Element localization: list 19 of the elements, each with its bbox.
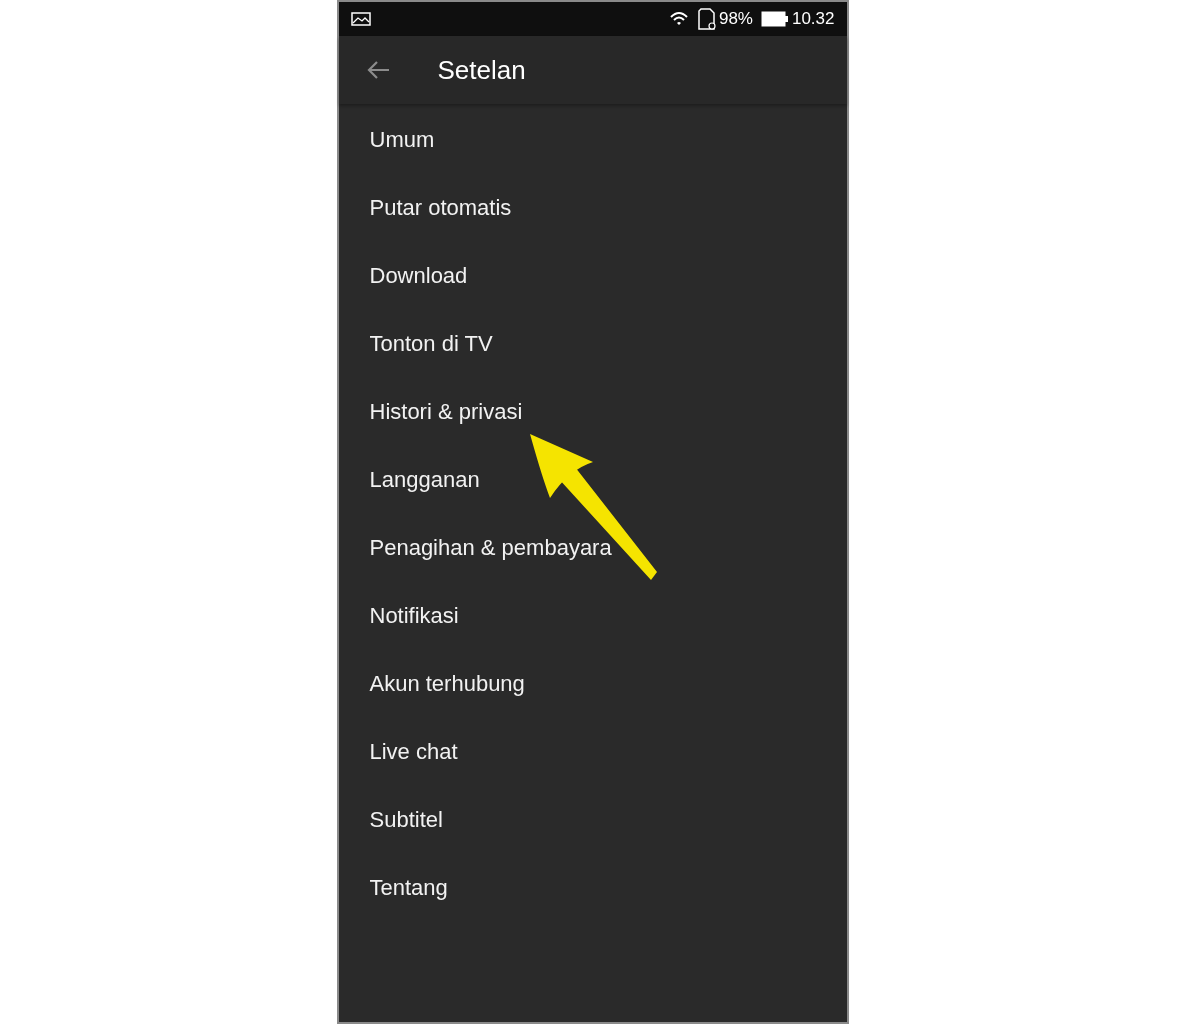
menu-item[interactable]: Akun terhubung [369,666,525,700]
menu-item[interactable]: Tentang [369,870,448,904]
menu-item[interactable]: Putar otomatis [369,190,512,224]
menu-item[interactable]: Langganan [369,462,480,496]
menu-item[interactable]: Umum [369,122,435,156]
battery-icon [760,11,788,27]
page-title: Setelan [437,53,526,87]
menu-item[interactable]: Notifikasi [369,598,459,632]
battery-percent: 98% [718,8,753,31]
clock: 10.32 [791,8,835,31]
menu-item[interactable]: Download [369,258,468,292]
sd-card-icon [696,8,717,30]
menu-item[interactable]: Histori & privasi [369,394,523,428]
menu-item[interactable]: Live chat [369,734,458,768]
menu-item[interactable]: Subtitel [369,802,443,836]
menu-item[interactable]: Tonton di TV [369,326,493,360]
image-icon [350,12,371,26]
menu-item[interactable]: Penagihan & pembayara [369,530,612,564]
back-icon [365,60,390,80]
